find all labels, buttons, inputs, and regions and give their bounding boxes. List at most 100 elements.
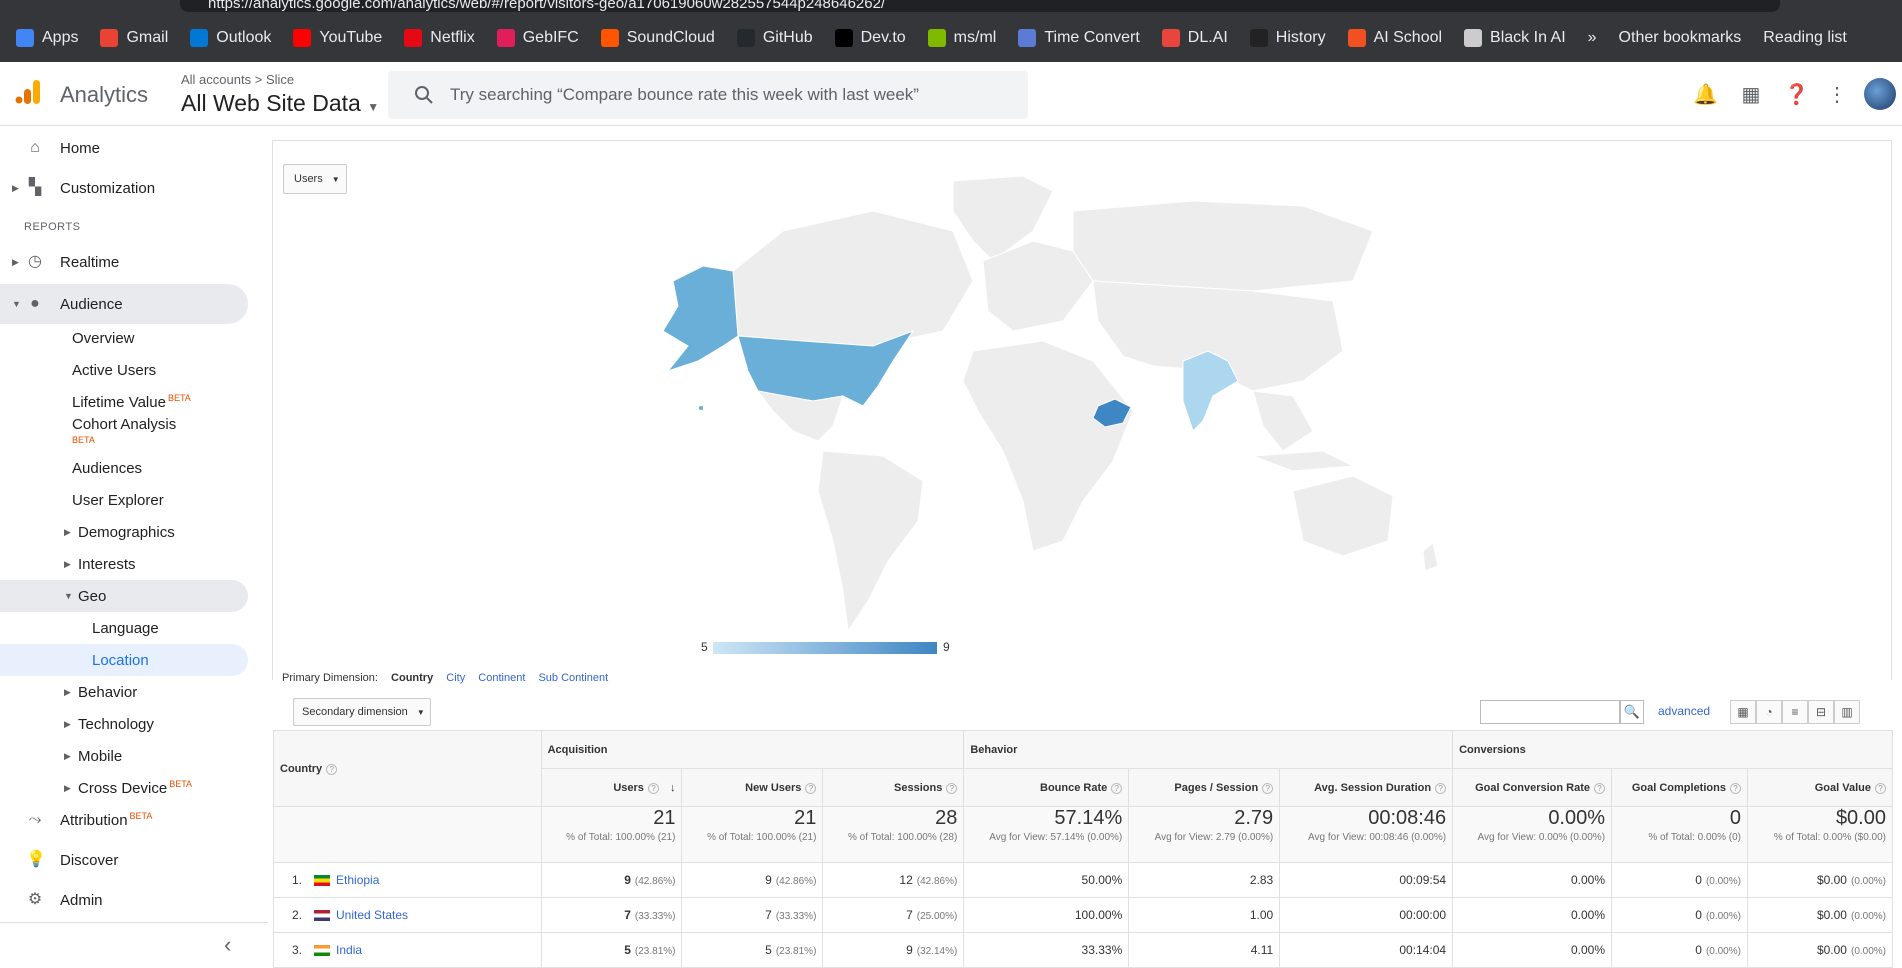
dimension-continent[interactable]: Continent <box>478 672 525 684</box>
help-icon[interactable]: ? <box>1594 782 1606 794</box>
sidebar-item-attribution[interactable]: ⤳ Attribution BETA <box>0 804 260 836</box>
help-icon[interactable]: ? <box>1729 782 1741 794</box>
help-icon[interactable]: ? <box>1262 782 1274 794</box>
sidebar-item-customization[interactable]: ▶ ▚ Customization <box>0 172 260 204</box>
sidebar-item-interests[interactable]: ▶ Interests <box>0 548 260 580</box>
account-avatar[interactable] <box>1864 78 1896 110</box>
bookmark-label: Time Convert <box>1044 29 1140 46</box>
sidebar-item-cross-device[interactable]: ▶ Cross Device BETA <box>0 772 260 804</box>
country-link[interactable]: India <box>336 943 362 957</box>
column-header-3[interactable]: Bounce Rate? <box>963 768 1130 807</box>
apps-grid-icon[interactable]: ▦ <box>1740 84 1762 106</box>
sidebar-item-home[interactable]: ⌂ Home <box>0 132 260 164</box>
expand-arrow-icon: ▶ <box>12 182 19 193</box>
bookmark-2[interactable]: Outlook <box>190 29 271 47</box>
bookmark-14[interactable]: Black In AI <box>1464 29 1566 47</box>
bookmark-10[interactable]: Time Convert <box>1018 29 1140 47</box>
column-header-4[interactable]: Pages / Session? <box>1128 768 1281 807</box>
column-header-2[interactable]: Sessions? <box>822 768 965 807</box>
country-link[interactable]: Ethiopia <box>336 873 379 887</box>
view-performance-icon[interactable]: ≡ <box>1782 700 1808 724</box>
sidebar-item-discover[interactable]: 💡 Discover <box>0 844 260 876</box>
view-pie-icon[interactable]: ◔ <box>1756 700 1782 724</box>
help-icon[interactable]: ? <box>326 763 338 775</box>
sidebar-item-behavior[interactable]: ▶ Behavior <box>0 676 260 708</box>
bookmark-11[interactable]: DL.AI <box>1161 29 1228 47</box>
view-table-icon[interactable]: ▦ <box>1730 700 1756 724</box>
bookmark-7[interactable]: GitHub <box>736 29 813 47</box>
sidebar-item-label: Geo <box>78 587 107 605</box>
column-header-6[interactable]: Goal Conversion Rate? <box>1452 768 1613 807</box>
more-vert-icon[interactable]: ⋮ <box>1826 84 1848 106</box>
sidebar-item-overview[interactable]: Overview <box>0 322 260 354</box>
sidebar-item-geo[interactable]: ▼ Geo <box>0 580 248 612</box>
sidebar-item-location[interactable]: Location <box>0 644 248 676</box>
secondary-dimension-dropdown[interactable]: Secondary dimension ▼ <box>293 698 431 726</box>
advanced-filter-link[interactable]: advanced <box>1658 704 1710 718</box>
bookmark-0[interactable]: Apps <box>16 29 78 47</box>
help-icon[interactable]: ? <box>1111 782 1123 794</box>
country-link[interactable]: United States <box>336 908 408 922</box>
metric-cell: 2.83 <box>1128 862 1281 898</box>
collapse-sidebar-icon[interactable]: ‹ <box>224 932 231 958</box>
bookmark-1[interactable]: Gmail <box>100 29 168 47</box>
bookmark-5[interactable]: GebIFC <box>496 29 579 47</box>
help-icon[interactable]: ❓ <box>1784 84 1809 106</box>
country-header[interactable]: Country? <box>273 730 542 807</box>
sidebar-item-active-users[interactable]: Active Users <box>0 354 260 386</box>
sidebar-item-realtime[interactable]: ▶ ◷ Realtime <box>0 246 260 278</box>
bookmark-6[interactable]: SoundCloud <box>600 29 715 47</box>
other-bookmarks-folder[interactable]: Other bookmarks <box>1619 29 1742 47</box>
sidebar-item-audiences[interactable]: Audiences <box>0 452 260 484</box>
property-selector[interactable]: All Web Site Data ▼ <box>181 90 379 117</box>
notifications-bell-icon[interactable]: 🔔 <box>1693 84 1718 106</box>
group-conversions: Conversions <box>1452 730 1893 769</box>
search-box[interactable]: Try searching “Compare bounce rate this … <box>388 71 1028 119</box>
column-header-5[interactable]: Avg. Session Duration? <box>1279 768 1454 807</box>
sidebar-item-demographics[interactable]: ▶ Demographics <box>0 516 260 548</box>
bookmark-favicon-icon <box>1018 29 1037 47</box>
help-icon[interactable]: ? <box>1875 782 1886 794</box>
sidebar-item-audience[interactable]: ▼ ● Audience <box>0 284 248 324</box>
help-icon[interactable]: ? <box>1435 782 1447 794</box>
address-bar[interactable]: https://analytics.google.com/analytics/w… <box>180 0 1780 12</box>
breadcrumb[interactable]: All accounts > Slice <box>181 72 294 87</box>
country-flag-icon <box>314 910 331 922</box>
bookmark-12[interactable]: History <box>1249 29 1326 47</box>
sidebar-item-language[interactable]: Language <box>0 612 260 644</box>
bookmark-3[interactable]: YouTube <box>293 29 382 47</box>
sidebar-item-user-explorer[interactable]: User Explorer <box>0 484 260 516</box>
metric-dropdown-label: Users <box>294 173 323 185</box>
help-icon[interactable]: ? <box>946 782 958 794</box>
sidebar-item-mobile[interactable]: ▶ Mobile <box>0 740 260 772</box>
total-cell: 57.14% Avg for View: 57.14% (0.00%) <box>963 806 1130 863</box>
bookmark-4[interactable]: Netflix <box>404 29 475 47</box>
bookmarks-more-button[interactable]: » <box>1588 29 1597 47</box>
dimension-country[interactable]: Country <box>391 672 433 684</box>
table-filter-input[interactable] <box>1480 700 1620 724</box>
column-header-8[interactable]: Goal Value? <box>1746 768 1894 807</box>
column-header-0[interactable]: Users? ↓ <box>540 768 683 807</box>
bookmark-13[interactable]: AI School <box>1347 29 1442 47</box>
sort-down-icon[interactable]: ↓ <box>667 782 676 794</box>
metric-dropdown[interactable]: Users ▼ <box>283 164 347 194</box>
help-icon[interactable]: ? <box>805 782 817 794</box>
view-comparison-icon[interactable]: ⊟ <box>1808 700 1834 724</box>
dimension-sub-continent[interactable]: Sub Continent <box>538 672 608 684</box>
dimension-city[interactable]: City <box>446 672 465 684</box>
sidebar-item-admin[interactable]: ⚙ Admin <box>0 884 260 916</box>
sidebar-item-cohort-analysis[interactable]: Cohort Analysis BETA <box>0 414 260 450</box>
column-header-1[interactable]: New Users? <box>681 768 824 807</box>
map-land <box>756 390 844 442</box>
help-icon[interactable]: ? <box>647 782 659 794</box>
bookmark-8[interactable]: Dev.to <box>834 29 906 47</box>
sidebar-item-technology[interactable]: ▶ Technology <box>0 708 260 740</box>
bookmark-9[interactable]: ms/ml <box>927 29 996 47</box>
view-pivot-icon[interactable]: ▥ <box>1834 700 1860 724</box>
metric-cell: 00:00:00 <box>1279 897 1454 933</box>
metric-value: 00:00:00 <box>1399 908 1447 922</box>
reading-list-button[interactable]: Reading list <box>1763 29 1847 47</box>
metric-cell: 0 (0.00%) <box>1611 862 1748 898</box>
table-search-button[interactable]: 🔍 <box>1620 700 1644 724</box>
column-header-7[interactable]: Goal Completions? <box>1611 768 1748 807</box>
